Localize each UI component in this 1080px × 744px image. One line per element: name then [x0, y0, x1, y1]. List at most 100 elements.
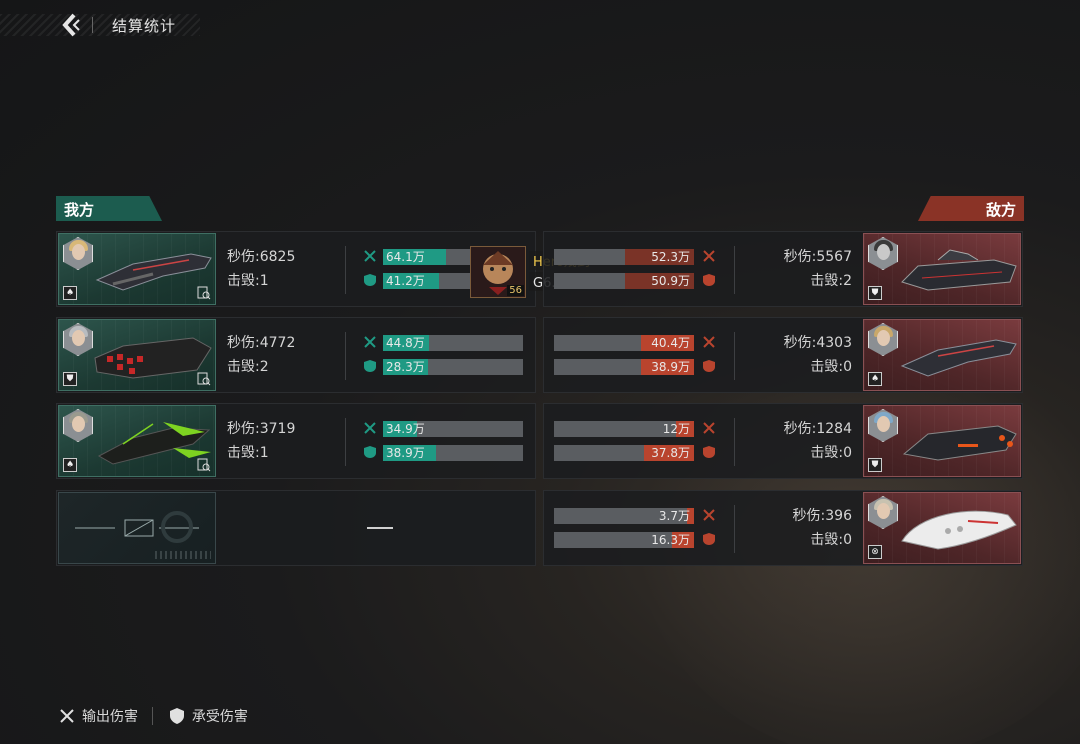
- battleship-image: [900, 339, 1017, 377]
- legend: 输出伤害 承受伤害: [58, 706, 248, 726]
- damage-taken-bar: 28.3万: [383, 359, 523, 375]
- damage-dealt-value: 12万: [662, 422, 690, 436]
- damage-taken-icon: [364, 446, 376, 458]
- damage-taken-icon: [703, 274, 715, 286]
- pilot-avatar: [868, 237, 898, 270]
- back-button[interactable]: [60, 12, 82, 38]
- inspect-icon[interactable]: [197, 372, 211, 386]
- ally-ship-card[interactable]: ♠: [58, 405, 216, 477]
- empty-ship-card: [58, 492, 216, 564]
- assault-class-icon: ♠: [63, 286, 77, 300]
- ally-stats: 秒伤:3719 击毁:1: [227, 417, 295, 465]
- shield-icon: [169, 708, 184, 724]
- enemy-ship-card[interactable]: ⛊: [863, 233, 1021, 305]
- enemy-ship-card[interactable]: ⊗: [863, 492, 1021, 564]
- damage-dealt-icon: [703, 509, 715, 521]
- enemy-row-2[interactable]: ♠ 秒伤:4303 击毁:0 40.4万 38.9万: [543, 317, 1023, 393]
- assault-class-icon: ♠: [63, 458, 77, 472]
- damage-dealt-icon: [703, 336, 715, 348]
- kills-value: 击毁:2: [227, 359, 269, 375]
- dps-value: 秒伤:1284: [783, 421, 852, 437]
- damage-taken-value: 16.3万: [651, 533, 690, 547]
- row-divider: [734, 332, 735, 380]
- mvp-avatar[interactable]: 56: [470, 246, 526, 298]
- damage-dealt-bar: 52.3万: [554, 249, 694, 265]
- damage-taken-bar: 16.3万: [554, 532, 694, 548]
- empty-placeholder: [367, 527, 393, 529]
- row-divider: [734, 505, 735, 553]
- damage-dealt-bar: 12万: [554, 421, 694, 437]
- shield-class-icon: ⛊: [868, 458, 882, 472]
- damage-taken-value: 38.9万: [386, 446, 425, 460]
- damage-taken-value: 28.3万: [386, 360, 425, 374]
- damage-taken-icon: [364, 360, 376, 372]
- kills-value: 击毁:2: [810, 273, 852, 289]
- enemy-stats: 秒伤:1284 击毁:0: [784, 417, 852, 465]
- enemy-ship-card[interactable]: ♠: [863, 319, 1021, 391]
- battleship-image: [901, 510, 1017, 550]
- damage-dealt-icon: [703, 422, 715, 434]
- pilot-avatar: [63, 323, 93, 356]
- enemy-team-label: 敌方: [918, 196, 1024, 221]
- damage-taken-bar: 37.8万: [554, 445, 694, 461]
- damage-dealt-value: 64.1万: [386, 250, 425, 264]
- dps-value: 秒伤:6825: [227, 249, 296, 265]
- assault-class-icon: ♠: [868, 372, 882, 386]
- damage-taken-bar: 38.9万: [554, 359, 694, 375]
- shield-class-icon: ⛊: [868, 286, 882, 300]
- kills-value: 击毁:1: [227, 445, 269, 461]
- damage-taken-icon: [364, 274, 376, 286]
- inspect-icon[interactable]: [197, 458, 211, 472]
- damage-taken-icon: [703, 533, 715, 545]
- damage-dealt-bar: 44.8万: [383, 335, 523, 351]
- dps-value: 秒伤:3719: [227, 421, 296, 437]
- damage-dealt-value: 3.7万: [658, 509, 690, 523]
- pilot-avatar: [63, 409, 93, 442]
- dps-value: 秒伤:4772: [227, 335, 296, 351]
- pilot-avatar: [868, 496, 898, 529]
- enemy-row-1[interactable]: ⛊ 秒伤:5567 击毁:2 52.3万 50.9万: [543, 231, 1023, 307]
- enemy-stats: 秒伤:5567 击毁:2: [784, 245, 852, 293]
- enemy-row-4[interactable]: ⊗ 秒伤:396 击毁:0 3.7万 16.3万: [543, 490, 1023, 566]
- ally-ship-card[interactable]: ⛊: [58, 319, 216, 391]
- pilot-avatar: [868, 323, 898, 356]
- row-divider: [345, 246, 346, 294]
- enemy-stats: 秒伤:4303 击毁:0: [784, 331, 852, 379]
- kills-value: 击毁:0: [810, 359, 852, 375]
- dps-value: 秒伤:4303: [783, 335, 852, 351]
- ally-row-2[interactable]: ⛊ 秒伤:4772 击毁:2 44.8万 28.3万: [56, 317, 536, 393]
- battleship-image: [901, 249, 1017, 291]
- ally-row-3[interactable]: ♠ 秒伤:3719 击毁:1 34.9万 38.9万: [56, 403, 536, 479]
- damage-taken-icon: [703, 360, 715, 372]
- shield-class-icon: ⛊: [63, 372, 77, 386]
- damage-dealt-value: 52.3万: [651, 250, 690, 264]
- damage-taken-value: 50.9万: [651, 274, 690, 288]
- mvp-level: 56: [507, 285, 524, 296]
- page-title: 结算统计: [112, 17, 177, 35]
- ally-row-1[interactable]: ♠ 秒伤:6825 击毁:1 64.1万 41.2万: [56, 231, 536, 307]
- header-divider: [92, 17, 93, 33]
- back-chevron-icon: [62, 13, 80, 37]
- enemy-row-3[interactable]: ⛊ 秒伤:1284 击毁:0 12万 37.8万: [543, 403, 1023, 479]
- enemy-ship-card[interactable]: ⛊: [863, 405, 1021, 477]
- crossed-swords-icon: [60, 709, 74, 723]
- ally-team-label: 我方: [56, 196, 162, 221]
- support-class-icon: ⊗: [868, 545, 882, 559]
- damage-taken-value: 38.9万: [651, 360, 690, 374]
- damage-dealt-icon: [703, 250, 715, 262]
- ally-ship-card[interactable]: ♠: [58, 233, 216, 305]
- dps-value: 秒伤:5567: [783, 249, 852, 265]
- row-divider: [345, 418, 346, 466]
- damage-dealt-value: 40.4万: [651, 336, 690, 350]
- damage-dealt-icon: [364, 336, 376, 348]
- damage-dealt-bar: 3.7万: [554, 508, 694, 524]
- damage-taken-bar: 50.9万: [554, 273, 694, 289]
- row-divider: [734, 246, 735, 294]
- dps-value: 秒伤:396: [792, 508, 852, 524]
- damage-taken-bar: 38.9万: [383, 445, 523, 461]
- damage-dealt-value: 44.8万: [386, 336, 425, 350]
- legend-taken: 承受伤害: [168, 706, 248, 726]
- legend-dealt-label: 输出伤害: [82, 709, 138, 725]
- damage-dealt-icon: [364, 250, 376, 262]
- inspect-icon[interactable]: [197, 286, 211, 300]
